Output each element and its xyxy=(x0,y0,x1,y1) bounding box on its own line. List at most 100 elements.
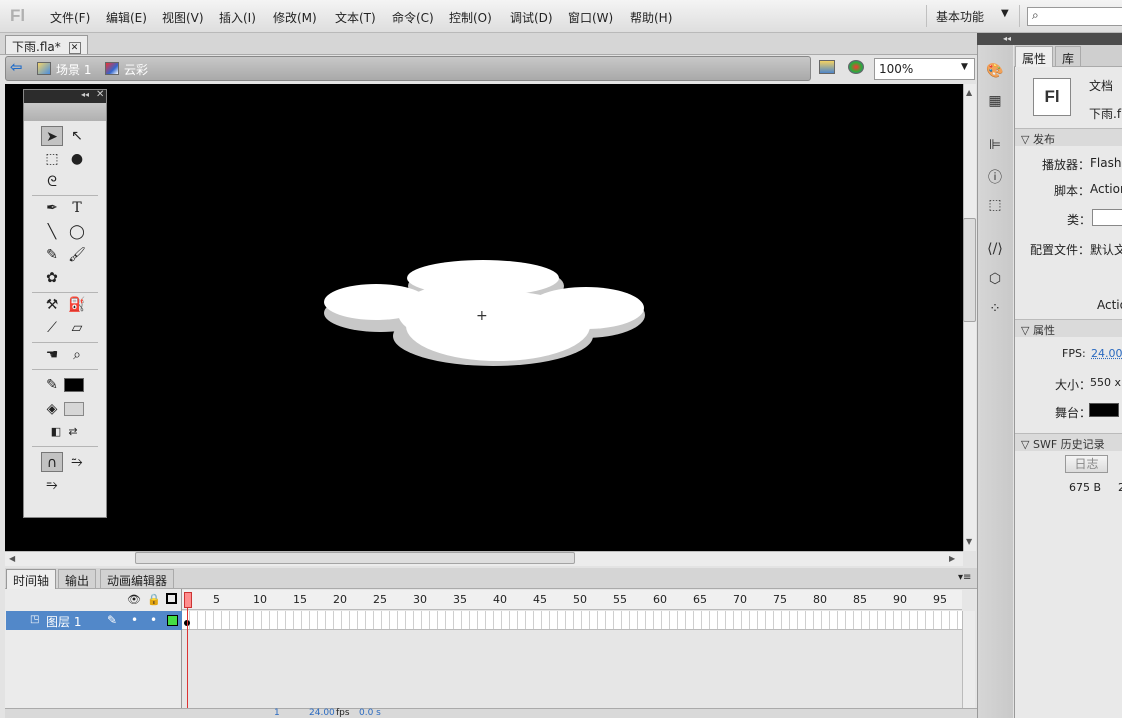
tab-library[interactable]: 库 xyxy=(1055,46,1082,67)
brush-tool-icon[interactable]: 🖌 xyxy=(66,245,88,265)
eyedropper-tool-icon[interactable]: ⟋ xyxy=(41,318,63,338)
swatches-panel-icon[interactable]: ▦ xyxy=(985,93,1005,111)
stroke-color-icon[interactable]: ✎ xyxy=(41,375,63,395)
free-transform-tool-icon[interactable]: ⬚ xyxy=(41,149,63,169)
menu-control[interactable]: 控制(O) xyxy=(449,9,492,26)
chevron-down-icon[interactable]: ▼ xyxy=(961,62,968,72)
section-properties[interactable]: ▽ 属性 xyxy=(1015,319,1122,337)
collapse-icon[interactable]: ◂◂ xyxy=(1003,34,1011,43)
menu-window[interactable]: 窗口(W) xyxy=(568,9,613,26)
menu-view[interactable]: 视图(V) xyxy=(162,9,204,26)
zoom-select[interactable]: 100% xyxy=(874,58,975,80)
tab-properties[interactable]: 属性 xyxy=(1015,46,1054,67)
outline-icon[interactable] xyxy=(166,593,177,604)
layer-name[interactable]: 图层 1 xyxy=(46,613,81,630)
motion-presets-icon[interactable]: ⁘ xyxy=(985,301,1005,319)
lock-dot[interactable]: • xyxy=(150,613,157,627)
subselection-tool-icon[interactable]: ↖ xyxy=(66,126,88,146)
close-icon[interactable]: ✕ xyxy=(96,89,104,100)
scroll-right-icon[interactable]: ▶ xyxy=(949,554,955,563)
menu-commands[interactable]: 命令(C) xyxy=(392,9,434,26)
hand-tool-icon[interactable]: ☚ xyxy=(41,345,63,365)
section-swf-history[interactable]: ▽ SWF 历史记录 xyxy=(1015,433,1122,451)
profile-value[interactable]: 默认文 xyxy=(1090,241,1122,258)
scroll-down-icon[interactable]: ▼ xyxy=(966,537,972,546)
edit-scene-icon[interactable] xyxy=(819,60,835,74)
color-panel-icon[interactable]: 🎨 xyxy=(985,63,1005,81)
pen-tool-icon[interactable]: ✒ xyxy=(41,198,63,218)
profile-label: 配置文件： xyxy=(1030,243,1091,257)
scroll-left-icon[interactable]: ◀ xyxy=(9,554,15,563)
components-panel-icon[interactable]: ⬡ xyxy=(985,271,1005,289)
menu-edit[interactable]: 编辑(E) xyxy=(106,9,147,26)
panel-menu-icon[interactable]: ▾≡ xyxy=(958,572,971,583)
zoom-tool-icon[interactable]: ⌕ xyxy=(66,345,88,365)
lasso-tool-icon[interactable]: ᘓ xyxy=(41,172,63,192)
menu-help[interactable]: 帮助(H) xyxy=(630,9,672,26)
player-value[interactable]: Flash xyxy=(1090,156,1121,170)
help-search-input[interactable] xyxy=(1027,7,1122,26)
selection-tool-icon[interactable]: ➤ xyxy=(41,126,63,146)
fps-value[interactable]: 24.00 xyxy=(1091,347,1122,360)
breadcrumb-scene[interactable]: 场景 1 xyxy=(56,61,91,78)
text-tool-icon[interactable]: T xyxy=(66,198,88,218)
oval-tool-icon[interactable]: ◯ xyxy=(66,222,88,242)
frames-row[interactable] xyxy=(182,611,962,630)
script-value[interactable]: Action xyxy=(1090,182,1122,196)
straighten-icon[interactable]: ⥱ xyxy=(41,475,63,495)
menu-insert[interactable]: 插入(I) xyxy=(219,9,256,26)
menu-debug[interactable]: 调试(D) xyxy=(510,9,553,26)
pencil-tool-icon[interactable]: ✎ xyxy=(41,245,63,265)
line-tool-icon[interactable]: ╲ xyxy=(41,222,63,242)
vertical-scroll-thumb[interactable] xyxy=(963,218,976,322)
fill-color-swatch[interactable] xyxy=(64,402,84,416)
tab-motion-editor[interactable]: 动画编辑器 xyxy=(100,569,175,589)
swap-colors-icon[interactable]: ⇄ xyxy=(62,422,84,442)
tools-panel-header[interactable] xyxy=(24,90,106,103)
breadcrumb-symbol[interactable]: 云彩 xyxy=(124,61,148,78)
log-button[interactable]: 日志 xyxy=(1065,455,1108,473)
timeline-vertical-scrollbar[interactable] xyxy=(962,611,975,708)
back-arrow-icon[interactable]: ⇦ xyxy=(10,58,23,76)
transform-panel-icon[interactable]: ⬚ xyxy=(985,197,1005,215)
tab-output[interactable]: 输出 xyxy=(58,569,97,589)
info-panel-icon[interactable]: ⓘ xyxy=(985,167,1005,186)
document-tab[interactable]: 下雨.fla* ✕ xyxy=(5,35,88,54)
workspace-switcher[interactable]: 基本功能 xyxy=(936,8,984,25)
eye-icon[interactable]: 👁 xyxy=(127,593,141,606)
stroke-color-swatch[interactable] xyxy=(64,378,84,392)
section-publish[interactable]: ▽ 发布 xyxy=(1015,128,1122,146)
deco-tool-icon[interactable]: ✿ xyxy=(41,268,63,288)
bone-tool-icon[interactable]: ⚒ xyxy=(41,295,63,315)
frame-number: 40 xyxy=(493,593,507,606)
edit-symbol-icon[interactable] xyxy=(848,60,864,74)
menu-modify[interactable]: 修改(M) xyxy=(273,9,317,26)
eraser-tool-icon[interactable]: ▱ xyxy=(66,318,88,338)
chevron-down-icon[interactable]: ▼ xyxy=(1001,8,1009,19)
menu-file[interactable]: 文件(F) xyxy=(50,9,90,26)
collapse-icon[interactable]: ◂◂ xyxy=(81,90,89,99)
code-snippets-icon[interactable]: ⟨/⟩ xyxy=(985,241,1005,259)
actionscript-settings[interactable]: Actio xyxy=(1097,298,1122,312)
lock-icon[interactable]: 🔒 xyxy=(147,593,161,606)
frame-number: 65 xyxy=(693,593,707,606)
class-input[interactable] xyxy=(1092,209,1122,226)
stage-color-swatch[interactable] xyxy=(1089,403,1119,417)
tab-timeline[interactable]: 时间轴 xyxy=(6,569,57,589)
horizontal-scroll-thumb[interactable] xyxy=(135,552,575,564)
size-value[interactable]: 550 x xyxy=(1090,376,1121,389)
paint-bucket-tool-icon[interactable]: ⛽ xyxy=(66,295,88,315)
menu-text[interactable]: 文本(T) xyxy=(335,9,376,26)
current-frame[interactable]: 1 xyxy=(274,708,280,718)
frame-rate[interactable]: 24.00 xyxy=(309,708,335,718)
align-panel-icon[interactable]: ⊫ xyxy=(985,137,1005,155)
3d-rotation-tool-icon[interactable]: ● xyxy=(66,149,88,169)
scroll-up-icon[interactable]: ▲ xyxy=(966,88,972,97)
smooth-icon[interactable]: ⥲ xyxy=(66,452,88,472)
layer-outline-color[interactable] xyxy=(167,615,178,626)
close-icon[interactable]: ✕ xyxy=(68,41,81,54)
playhead[interactable] xyxy=(184,592,192,608)
fill-color-icon[interactable]: ◈ xyxy=(41,399,63,419)
snap-to-objects-icon[interactable]: ∩ xyxy=(41,452,63,472)
visibility-dot[interactable]: • xyxy=(131,613,138,627)
